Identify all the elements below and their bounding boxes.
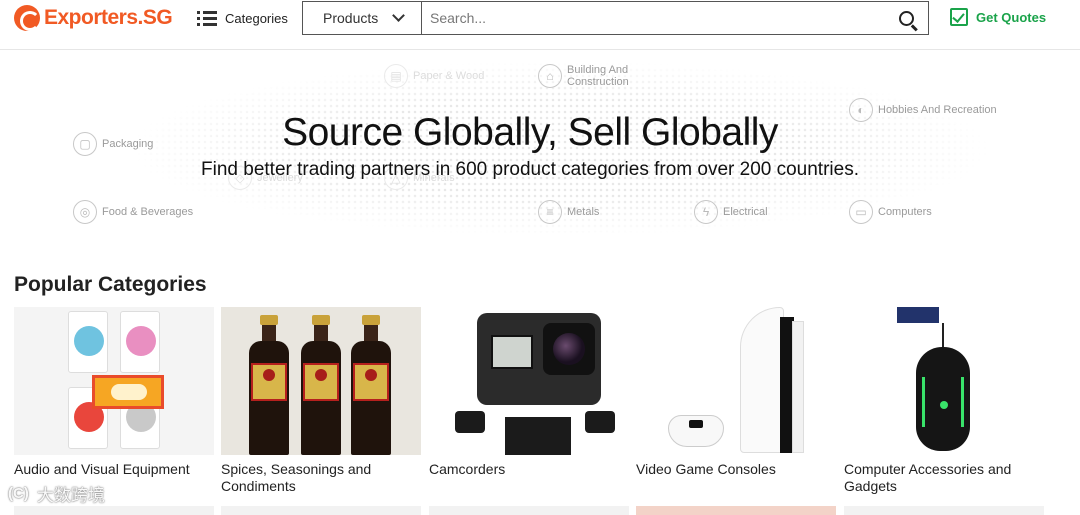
quote-check-icon <box>950 8 968 26</box>
category-card-row2[interactable] <box>14 506 214 515</box>
category-image-audio-visual <box>14 307 214 455</box>
hero-category-building[interactable]: ⌂ Building And Construction <box>538 64 648 88</box>
popular-categories-title: Popular Categories <box>14 273 207 296</box>
computer-icon: ▭ <box>849 200 873 224</box>
product-type-value: Products <box>323 10 379 26</box>
category-image-computer-accessories <box>844 307 1044 455</box>
hero-subtitle: Find better trading partners in 600 prod… <box>201 159 859 180</box>
hero-category-label: Building And Construction <box>567 64 629 88</box>
paper-icon: ▤ <box>384 64 408 88</box>
plug-icon: ϟ <box>694 200 718 224</box>
hamburger-menu-icon <box>197 10 217 26</box>
category-card-audio-visual[interactable]: Audio and Visual Equipment <box>14 307 214 478</box>
category-label: Video Game Consoles <box>636 461 776 477</box>
category-label: Computer Accessories and Gadgets <box>844 461 1012 494</box>
search-bar: Products <box>302 1 929 35</box>
get-quotes-button[interactable]: Get Quotes <box>950 8 1046 26</box>
hero-category-label: Electrical <box>723 206 768 218</box>
watermark-text: 大数跨境 <box>36 486 105 505</box>
hero-category-food[interactable]: ◎ Food & Beverages <box>73 200 193 224</box>
search-button[interactable] <box>884 2 928 34</box>
hero-category-label: Food & Beverages <box>102 206 194 218</box>
hero-category-electrical[interactable]: ϟ Electrical <box>694 200 768 224</box>
category-label: Camcorders <box>429 461 506 477</box>
hero-category-computers[interactable]: ▭ Computers <box>849 200 932 224</box>
hero-banner: ▢ Packaging ◎ Food & Beverages ⌂ Buildin… <box>0 51 1080 251</box>
watermark: (C) 大数跨境 <box>8 481 105 506</box>
category-card-camcorders[interactable]: Camcorders <box>429 307 629 478</box>
product-type-select[interactable]: Products <box>303 2 422 34</box>
site-logo[interactable]: Exporters.SG <box>14 5 173 31</box>
category-card-row2[interactable] <box>844 506 1044 515</box>
category-card-row2[interactable] <box>636 506 836 515</box>
category-label: Spices, Seasonings and Condiments <box>221 461 372 494</box>
hero-title: Source Globally, Sell Globally <box>282 111 778 154</box>
category-image-camcorders <box>429 307 629 455</box>
top-header: Exporters.SG Categories Products Get Quo… <box>0 0 1080 50</box>
hero-category-paper[interactable]: ▤ Paper & Wood <box>384 64 484 88</box>
metal-icon: ≡ <box>538 200 562 224</box>
hero-category-label: Metals <box>567 206 600 218</box>
category-image-spices <box>221 307 421 455</box>
category-card-row2[interactable] <box>221 506 421 515</box>
categories-button[interactable]: Categories <box>197 8 288 28</box>
category-label: Audio and Visual Equipment <box>14 461 190 477</box>
logo-mark-icon <box>14 5 40 31</box>
hero-category-metals[interactable]: ≡ Metals <box>538 200 599 224</box>
hero-category-label: Paper & Wood <box>413 70 485 82</box>
search-input[interactable] <box>422 2 884 34</box>
category-image-game-consoles <box>636 307 836 455</box>
get-quotes-label: Get Quotes <box>976 9 1047 25</box>
watermark-logo-icon: (C) <box>8 485 29 502</box>
food-icon: ◎ <box>73 200 97 224</box>
category-card-spices[interactable]: Spices, Seasonings and Condiments <box>221 307 421 495</box>
search-icon <box>898 10 914 26</box>
building-icon: ⌂ <box>538 64 562 88</box>
chevron-down-icon <box>392 9 406 22</box>
category-card-row2[interactable] <box>429 506 629 515</box>
category-card-computer-accessories[interactable]: Computer Accessories and Gadgets <box>844 307 1044 495</box>
category-card-game-consoles[interactable]: Video Game Consoles <box>636 307 836 478</box>
hero-category-label: Computers <box>878 206 932 218</box>
logo-text: Exporters.SG <box>44 6 173 29</box>
categories-label: Categories <box>225 10 288 26</box>
